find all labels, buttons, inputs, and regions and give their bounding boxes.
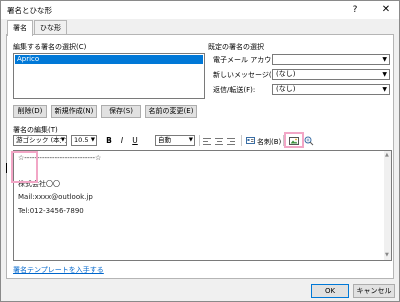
default-signature-heading: 既定の署名の選択 — [208, 43, 264, 51]
caret-highlight — [11, 151, 38, 183]
list-item[interactable]: Aprico — [15, 55, 203, 64]
signatures-dialog: 署名とひな形 ? ✕ 署名 ひな形 編集する署名の選択(C) Aprico 削除… — [0, 0, 400, 302]
window-title: 署名とひな形 — [7, 6, 52, 15]
rename-button[interactable]: 名前の変更(E) — [145, 105, 197, 118]
toolbar-divider — [241, 135, 242, 146]
font-name-select[interactable]: 游ゴシック (本文のフォ ▼ — [13, 135, 67, 146]
signature-list[interactable]: Aprico — [13, 53, 205, 99]
tab-stationery[interactable]: ひな形 — [34, 20, 67, 35]
get-signature-templates-link[interactable]: 署名テンプレートを入手する — [13, 265, 104, 275]
vertical-scrollbar[interactable]: ▲ ▼ — [384, 151, 391, 260]
ok-button[interactable]: OK — [311, 284, 349, 298]
italic-button[interactable]: I — [117, 136, 127, 146]
hyperlink-icon[interactable] — [304, 136, 314, 146]
new-message-value: (なし) — [276, 70, 296, 78]
align-left-icon[interactable] — [203, 136, 213, 146]
delete-button[interactable]: 削除(D) — [13, 105, 47, 118]
signature-editor[interactable]: ☆----------------------------☆ 株式会社〇〇 Ma… — [13, 150, 392, 261]
reply-forward-value: (なし) — [276, 85, 296, 93]
reply-forward-select[interactable]: (なし) ▼ — [272, 84, 390, 95]
title-bar: 署名とひな形 ? ✕ — [1, 1, 399, 19]
font-size-value: 10.5 — [74, 136, 89, 144]
select-signature-heading: 編集する署名の選択(C) — [13, 43, 87, 51]
scroll-up-icon[interactable]: ▲ — [385, 152, 389, 158]
align-right-icon[interactable] — [227, 136, 237, 146]
cancel-button[interactable]: キャンセル — [353, 284, 395, 298]
align-center-icon[interactable] — [215, 136, 225, 146]
font-name-value: 游ゴシック (本文のフォ — [16, 136, 67, 144]
chevron-down-icon: ▼ — [188, 136, 193, 145]
help-button[interactable]: ? — [348, 3, 362, 17]
chevron-down-icon: ▼ — [382, 56, 387, 63]
new-button[interactable]: 新規作成(N) — [51, 105, 97, 118]
text-caret — [6, 163, 7, 173]
chevron-down-icon: ▼ — [382, 86, 387, 93]
editor-line-7: Tel:012-3456-7890 — [18, 207, 84, 215]
chevron-down-icon: ▼ — [60, 136, 65, 145]
bold-button[interactable]: B — [104, 136, 114, 146]
save-button[interactable]: 保存(S) — [101, 105, 141, 118]
business-card-button[interactable]: 名刺(B) — [257, 137, 281, 147]
font-color-value: 自動 — [158, 136, 171, 144]
scroll-down-icon[interactable]: ▼ — [385, 252, 389, 258]
editor-line-5: Mail:xxxx@outlook.jp — [18, 193, 93, 201]
close-button[interactable]: ✕ — [379, 3, 393, 17]
reply-forward-label: 返信/転送(F): — [213, 86, 256, 94]
new-message-select[interactable]: (なし) ▼ — [272, 69, 390, 80]
business-card-icon — [246, 136, 255, 146]
font-size-select[interactable]: 10.5 ▼ — [71, 135, 97, 146]
toolbar-divider — [199, 135, 200, 146]
tab-signature[interactable]: 署名 — [7, 20, 33, 36]
chevron-down-icon: ▼ — [90, 136, 95, 145]
chevron-down-icon: ▼ — [382, 71, 387, 78]
email-account-select[interactable]: ▼ — [272, 54, 390, 65]
edit-signature-heading: 署名の編集(T) — [13, 126, 58, 134]
underline-button[interactable]: U — [130, 136, 140, 146]
insert-picture-icon[interactable] — [289, 136, 299, 146]
font-color-select[interactable]: 自動 ▼ — [155, 135, 195, 146]
